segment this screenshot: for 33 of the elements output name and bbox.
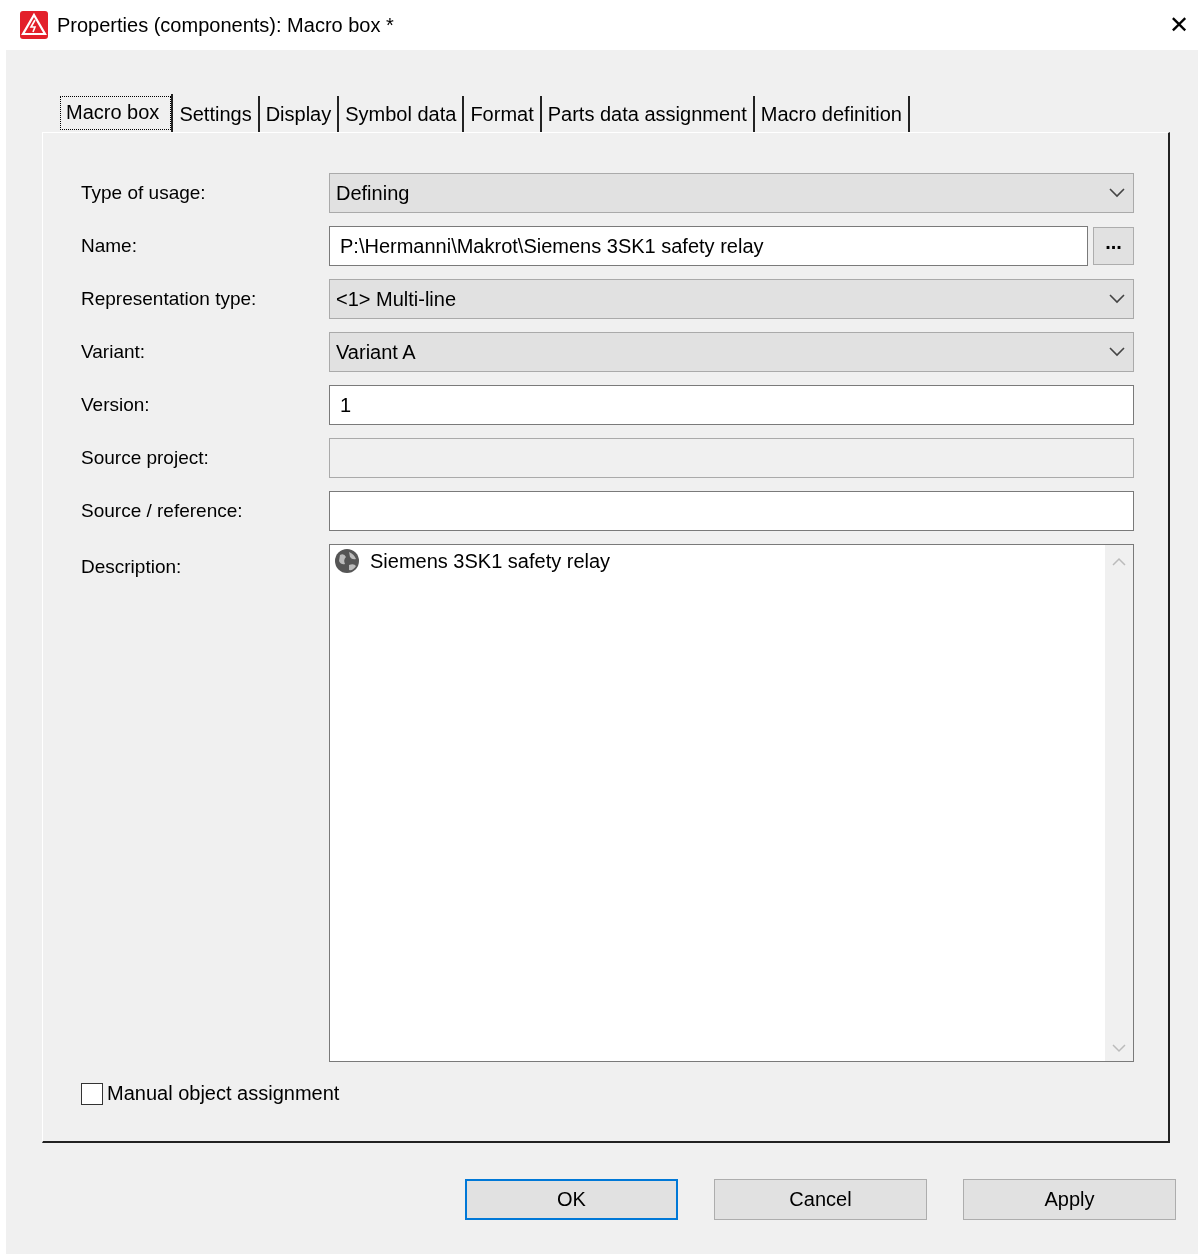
field-label: Name: <box>81 235 138 257</box>
field-label: Source / reference: <box>81 500 244 522</box>
field-label: Type of usage: <box>81 182 207 204</box>
input-field[interactable]: 1 <box>329 385 1134 425</box>
field-label: Version: <box>81 394 151 416</box>
tab[interactable]: Macro box <box>58 94 174 132</box>
browse-button[interactable]: ... <box>1093 227 1134 265</box>
checkbox[interactable] <box>81 1082 103 1105</box>
window-title: Properties (components): Macro box * <box>57 13 394 37</box>
dialog-button[interactable]: Cancel <box>714 1179 927 1220</box>
checkbox-label: Manual object assignment <box>107 1082 340 1105</box>
warning-icon <box>20 11 48 39</box>
dropdown[interactable]: Defining <box>329 173 1134 213</box>
field-label: Description: <box>81 555 183 578</box>
dialog-button[interactable]: OK <box>465 1179 678 1220</box>
chevron-down-icon <box>1112 1044 1126 1053</box>
dialog-button[interactable]: Apply <box>963 1179 1176 1220</box>
input-field[interactable] <box>329 491 1134 531</box>
description-text: Siemens 3SK1 safety relay <box>370 549 611 574</box>
chevron-down-icon <box>1109 294 1125 304</box>
dropdown[interactable]: <1> Multi-line <box>329 279 1134 319</box>
field-label: Source project: <box>81 447 210 469</box>
chevron-down-icon <box>1109 188 1125 198</box>
description-field[interactable]: Siemens 3SK1 safety relay <box>329 544 1134 1062</box>
globe-icon <box>334 548 360 574</box>
field-label: Representation type: <box>81 288 258 310</box>
scrollbar[interactable] <box>1105 545 1133 1061</box>
dropdown[interactable]: Variant A <box>329 332 1134 372</box>
close-button[interactable]: ✕ <box>1154 2 1204 48</box>
field-label: Variant: <box>81 341 147 363</box>
input-field[interactable]: P:\Hermanni\Makrot\Siemens 3SK1 safety relay <box>329 226 1088 266</box>
chevron-up-icon <box>1112 557 1126 566</box>
chevron-down-icon <box>1109 347 1125 357</box>
